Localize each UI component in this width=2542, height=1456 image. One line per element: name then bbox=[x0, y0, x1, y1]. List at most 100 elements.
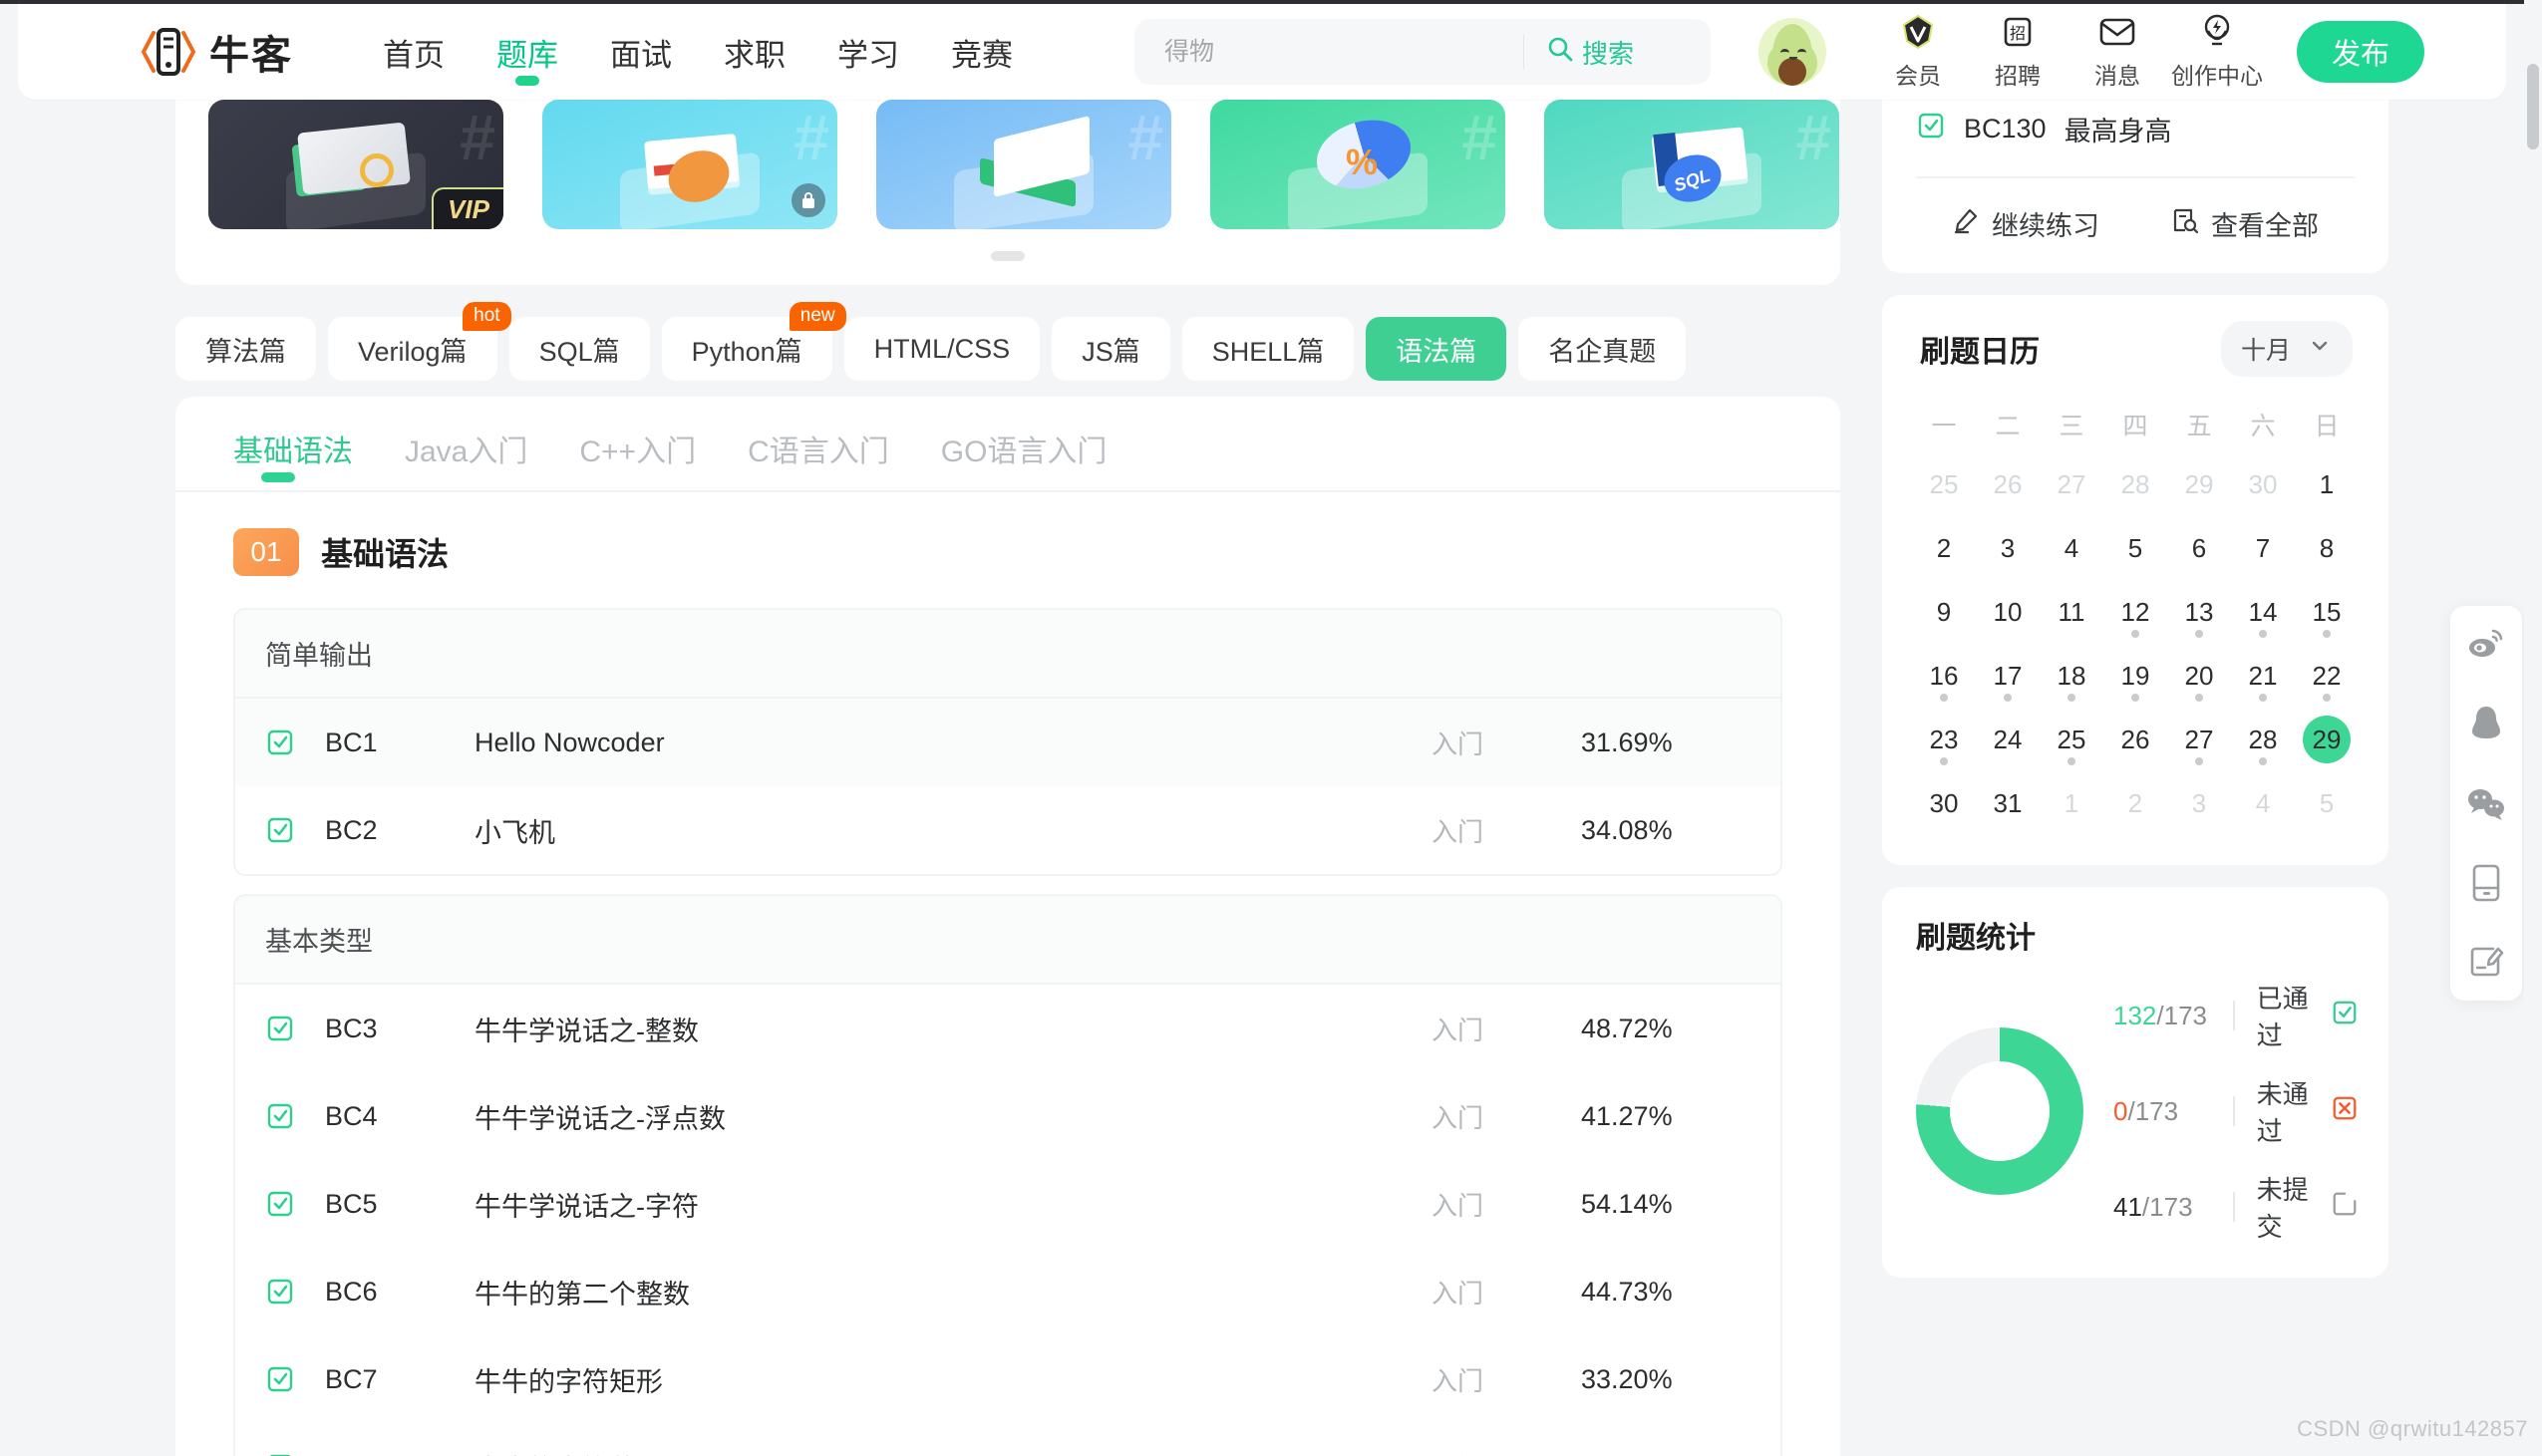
calendar-day[interactable]: 26 bbox=[2103, 708, 2167, 771]
calendar-day[interactable]: 28 bbox=[2231, 708, 2295, 771]
calendar-day[interactable]: 22 bbox=[2295, 644, 2359, 708]
calendar-day[interactable]: 27 bbox=[2040, 452, 2103, 516]
chip-badge-hot: hot bbox=[463, 302, 510, 331]
category-chip-mingqi[interactable]: 名企真题 bbox=[1518, 317, 1686, 381]
category-chip-verilog[interactable]: Verilog篇 hot bbox=[328, 317, 497, 381]
nav-item-mianshi[interactable]: 面试 bbox=[584, 4, 698, 100]
calendar-day[interactable]: 25 bbox=[2040, 708, 2103, 771]
carousel-indicator[interactable] bbox=[991, 251, 1025, 261]
nav-item-home[interactable]: 首页 bbox=[357, 4, 471, 100]
calendar-day[interactable]: 7 bbox=[2231, 516, 2295, 580]
weibo-icon[interactable] bbox=[2464, 622, 2508, 666]
publish-button[interactable]: 发布 bbox=[2297, 21, 2424, 83]
promo-card-pie-percent[interactable]: # % bbox=[1210, 100, 1505, 229]
calendar-day[interactable]: 1 bbox=[2295, 452, 2359, 516]
calendar-day[interactable]: 2 bbox=[2103, 771, 2167, 835]
nav-item-xuexi[interactable]: 学习 bbox=[811, 4, 925, 100]
continue-practice-button[interactable]: 继续练习 bbox=[1916, 204, 2135, 243]
header-action-creator[interactable]: 创作中心 bbox=[2167, 13, 2267, 91]
category-chip-yufa[interactable]: 语法篇 bbox=[1366, 317, 1506, 381]
calendar-day[interactable]: 29 bbox=[2167, 452, 2231, 516]
feedback-icon[interactable] bbox=[2464, 941, 2508, 985]
calendar-day[interactable]: 16 bbox=[1912, 644, 1976, 708]
table-row[interactable]: BC3 牛牛学说话之-整数 入门 48.72% bbox=[235, 985, 1780, 1072]
calendar-day[interactable]: 11 bbox=[2040, 580, 2103, 644]
qq-icon[interactable] bbox=[2464, 702, 2508, 745]
category-chip-suanfa[interactable]: 算法篇 bbox=[175, 317, 316, 381]
calendar-day[interactable]: 30 bbox=[1912, 771, 1976, 835]
avatar[interactable] bbox=[1758, 18, 1826, 86]
header-action-recruit[interactable]: 招 招聘 bbox=[1968, 13, 2067, 91]
page-scrollbar-track[interactable] bbox=[2524, 0, 2542, 1456]
calendar-day[interactable]: 23 bbox=[1912, 708, 1976, 771]
promo-card-laptop-test[interactable]: # bbox=[876, 100, 1171, 229]
calendar-day[interactable]: 10 bbox=[1976, 580, 2040, 644]
recent-problem-row[interactable]: BC130 最高身高 bbox=[1916, 110, 2355, 148]
calendar-day[interactable]: 9 bbox=[1912, 580, 1976, 644]
calendar-day[interactable]: 3 bbox=[2167, 771, 2231, 835]
search-input[interactable] bbox=[1134, 19, 1523, 85]
calendar-day[interactable]: 24 bbox=[1976, 708, 2040, 771]
page-scrollbar-thumb[interactable] bbox=[2527, 64, 2539, 149]
practice-stats-card: 刷题统计 132/173 已通过 bbox=[1882, 887, 2388, 1278]
calendar-day[interactable]: 2 bbox=[1912, 516, 1976, 580]
view-all-button[interactable]: 查看全部 bbox=[2135, 204, 2355, 243]
subtab-jichuyufa[interactable]: 基础语法 bbox=[233, 427, 353, 490]
nav-item-tiku[interactable]: 题库 bbox=[471, 4, 584, 100]
category-chip-js[interactable]: JS篇 bbox=[1052, 317, 1170, 381]
calendar-day[interactable]: 4 bbox=[2231, 771, 2295, 835]
calendar-day[interactable]: 15 bbox=[2295, 580, 2359, 644]
promo-card-sql-book[interactable]: # SQL bbox=[1544, 100, 1839, 229]
subtab-c[interactable]: C语言入门 bbox=[748, 427, 889, 490]
mobile-app-icon[interactable] bbox=[2464, 861, 2508, 905]
nav-item-qiuzhi[interactable]: 求职 bbox=[698, 4, 811, 100]
calendar-day[interactable]: 5 bbox=[2295, 771, 2359, 835]
subtab-cpp[interactable]: C++入门 bbox=[579, 427, 696, 490]
calendar-day[interactable]: 12 bbox=[2103, 580, 2167, 644]
table-row[interactable]: BC2 小飞机 入门 34.08% bbox=[235, 786, 1780, 874]
nav-item-jingsai[interactable]: 竞赛 bbox=[925, 4, 1039, 100]
calendar-day[interactable]: 30 bbox=[2231, 452, 2295, 516]
calendar-day[interactable]: 8 bbox=[2295, 516, 2359, 580]
calendar-day[interactable]: 4 bbox=[2040, 516, 2103, 580]
category-chip-shell[interactable]: SHELL篇 bbox=[1182, 317, 1355, 381]
table-row[interactable]: BC6 牛牛的第二个整数 入门 44.73% bbox=[235, 1248, 1780, 1335]
category-chip-python[interactable]: Python篇 new bbox=[662, 317, 832, 381]
subtab-go[interactable]: GO语言入门 bbox=[941, 427, 1108, 490]
calendar-day[interactable]: 1 bbox=[2040, 771, 2103, 835]
promo-card-offer-book[interactable]: # bbox=[542, 100, 837, 229]
calendar-day[interactable]: 26 bbox=[1976, 452, 2040, 516]
table-row[interactable]: BC4 牛牛学说话之-浮点数 入门 41.27% bbox=[235, 1072, 1780, 1160]
table-row[interactable]: BC8 牛牛的字符菱形 入门 35.00% bbox=[235, 1423, 1780, 1456]
calendar-day[interactable]: 29 bbox=[2295, 708, 2359, 771]
category-chip-sql[interactable]: SQL篇 bbox=[509, 317, 650, 381]
search-button[interactable]: 搜索 bbox=[1524, 34, 1660, 71]
table-row[interactable]: BC5 牛牛学说话之-字符 入门 54.14% bbox=[235, 1160, 1780, 1248]
calendar-day[interactable]: 14 bbox=[2231, 580, 2295, 644]
promo-card-vip-folder[interactable]: # VIP bbox=[208, 100, 503, 229]
calendar-day[interactable]: 19 bbox=[2103, 644, 2167, 708]
calendar-day[interactable]: 17 bbox=[1976, 644, 2040, 708]
calendar-day[interactable]: 3 bbox=[1976, 516, 2040, 580]
header-action-vip[interactable]: 会员 bbox=[1868, 13, 1968, 91]
calendar-day[interactable]: 28 bbox=[2103, 452, 2167, 516]
stats-count: 41 bbox=[2113, 1192, 2142, 1222]
category-chip-htmlcss[interactable]: HTML/CSS bbox=[844, 317, 1041, 381]
calendar-day[interactable]: 20 bbox=[2167, 644, 2231, 708]
table-row[interactable]: BC7 牛牛的字符矩形 入门 33.20% bbox=[235, 1335, 1780, 1423]
calendar-day[interactable]: 5 bbox=[2103, 516, 2167, 580]
calendar-day[interactable]: 21 bbox=[2231, 644, 2295, 708]
calendar-day[interactable]: 27 bbox=[2167, 708, 2231, 771]
table-row[interactable]: BC1 Hello Nowcoder 入门 31.69% bbox=[235, 699, 1780, 786]
header-action-messages[interactable]: 消息 bbox=[2067, 13, 2167, 91]
divider bbox=[2233, 1192, 2235, 1222]
calendar-day[interactable]: 6 bbox=[2167, 516, 2231, 580]
site-logo[interactable]: 牛客 bbox=[140, 23, 293, 81]
calendar-day[interactable]: 18 bbox=[2040, 644, 2103, 708]
calendar-day[interactable]: 31 bbox=[1976, 771, 2040, 835]
subtab-java[interactable]: Java入门 bbox=[405, 427, 527, 490]
calendar-day[interactable]: 13 bbox=[2167, 580, 2231, 644]
calendar-day[interactable]: 25 bbox=[1912, 452, 1976, 516]
month-selector[interactable]: 十月 bbox=[2221, 321, 2353, 377]
wechat-icon[interactable] bbox=[2464, 781, 2508, 825]
